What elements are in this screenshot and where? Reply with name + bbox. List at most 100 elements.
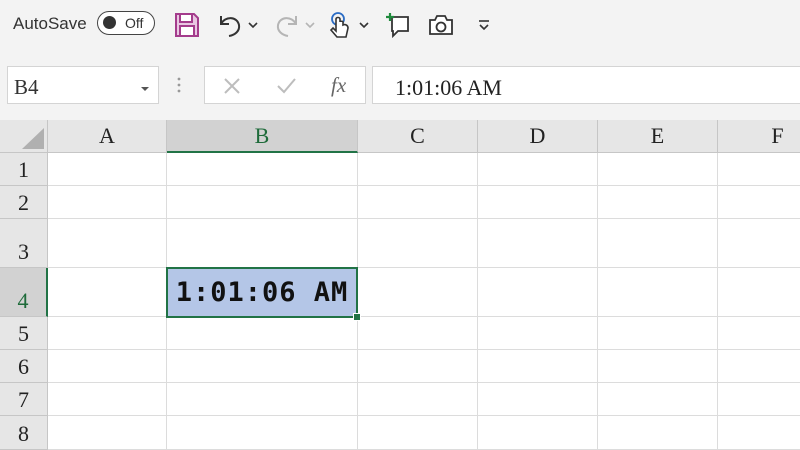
cell-b5[interactable] [167, 317, 358, 350]
cell-f4[interactable] [718, 268, 800, 317]
cell-c2[interactable] [358, 186, 478, 219]
cell-e8[interactable] [598, 416, 718, 450]
touch-mode-button[interactable] [324, 10, 354, 40]
caret-down-icon [141, 87, 149, 91]
cell-a1[interactable] [48, 153, 167, 186]
cell-e2[interactable] [598, 186, 718, 219]
cell-b8[interactable] [167, 416, 358, 450]
name-box-value: B4 [14, 75, 39, 99]
touch-mode-dropdown[interactable] [357, 10, 371, 40]
cell-c1[interactable] [358, 153, 478, 186]
row-header-4[interactable]: 4 [0, 268, 48, 317]
cell-e6[interactable] [598, 350, 718, 383]
cell-c8[interactable] [358, 416, 478, 450]
undo-dropdown[interactable] [246, 10, 260, 40]
camera-button[interactable] [425, 10, 457, 40]
chevron-down-icon [305, 22, 315, 29]
column-header-f[interactable]: F [718, 120, 800, 153]
cell-d6[interactable] [478, 350, 598, 383]
cell-b2[interactable] [167, 186, 358, 219]
cell-a5[interactable] [48, 317, 167, 350]
row-header-6[interactable]: 6 [0, 350, 48, 383]
cell-b4-value: 1:01:06 AM [175, 277, 349, 308]
cell-d4[interactable] [478, 268, 598, 317]
active-cell-b4[interactable]: 1:01:06 AM [166, 267, 358, 318]
cell-f2[interactable] [718, 186, 800, 219]
worksheet-grid: A B C D E F 1 2 3 4 5 6 7 8 1:01:06 AM [0, 120, 800, 450]
autosave-state: Off [125, 15, 144, 31]
column-header-b[interactable]: B [167, 120, 358, 153]
redo-dropdown[interactable] [303, 10, 317, 40]
cell-c5[interactable] [358, 317, 478, 350]
customize-toolbar-icon [479, 20, 489, 31]
name-box-dropdown[interactable] [140, 80, 150, 98]
customize-toolbar-button[interactable] [474, 10, 494, 40]
autosave-toggle[interactable]: Off [97, 11, 155, 35]
cell-e4[interactable] [598, 268, 718, 317]
cell-f6[interactable] [718, 350, 800, 383]
formula-input[interactable]: 1:01:06 AM [372, 66, 800, 104]
formula-buttons: fx [204, 66, 366, 104]
cell-a7[interactable] [48, 383, 167, 416]
cell-b3[interactable] [167, 219, 358, 268]
redo-button[interactable] [272, 10, 302, 40]
cell-d2[interactable] [478, 186, 598, 219]
checkmark-icon [277, 78, 296, 94]
cell-f5[interactable] [718, 317, 800, 350]
cell-c6[interactable] [358, 350, 478, 383]
cell-a3[interactable] [48, 219, 167, 268]
column-header-d[interactable]: D [478, 120, 598, 153]
autosave-label: AutoSave [13, 14, 87, 33]
formula-value: 1:01:06 AM [395, 75, 502, 100]
cell-f3[interactable] [718, 219, 800, 268]
row-header-1[interactable]: 1 [0, 153, 48, 186]
cell-f7[interactable] [718, 383, 800, 416]
insert-function-button[interactable]: fx [331, 73, 346, 98]
cell-a8[interactable] [48, 416, 167, 450]
cell-a4[interactable] [48, 268, 167, 317]
cell-b1[interactable] [167, 153, 358, 186]
cell-b7[interactable] [167, 383, 358, 416]
save-button[interactable] [172, 10, 202, 40]
cell-f1[interactable] [718, 153, 800, 186]
cell-d8[interactable] [478, 416, 598, 450]
toggle-knob [103, 16, 116, 29]
cell-d7[interactable] [478, 383, 598, 416]
grip-dots-icon [177, 77, 181, 93]
new-comment-button[interactable] [383, 10, 413, 40]
fill-handle[interactable] [353, 313, 361, 321]
row-header-2[interactable]: 2 [0, 186, 48, 219]
enter-button[interactable] [273, 73, 299, 99]
chevron-down-icon [248, 22, 258, 29]
select-all-button[interactable] [0, 120, 48, 153]
cancel-button[interactable] [219, 73, 245, 99]
cell-e7[interactable] [598, 383, 718, 416]
undo-button[interactable] [215, 10, 245, 40]
cell-d3[interactable] [478, 219, 598, 268]
row-header-5[interactable]: 5 [0, 317, 48, 350]
cell-a2[interactable] [48, 186, 167, 219]
name-box[interactable]: B4 [7, 66, 159, 104]
quick-access-toolbar: AutoSave Off [0, 0, 800, 52]
row-header-7[interactable]: 7 [0, 383, 48, 416]
column-header-c[interactable]: C [358, 120, 478, 153]
camera-icon [429, 15, 453, 35]
cell-d5[interactable] [478, 317, 598, 350]
cell-a6[interactable] [48, 350, 167, 383]
undo-icon [220, 16, 241, 37]
cell-b6[interactable] [167, 350, 358, 383]
cell-e5[interactable] [598, 317, 718, 350]
cell-d1[interactable] [478, 153, 598, 186]
formula-bar-grip[interactable] [176, 76, 182, 99]
cell-c3[interactable] [358, 219, 478, 268]
row-header-8[interactable]: 8 [0, 416, 48, 450]
column-header-a[interactable]: A [48, 120, 167, 153]
cell-f8[interactable] [718, 416, 800, 450]
row-header-3[interactable]: 3 [0, 219, 48, 268]
column-header-e[interactable]: E [598, 120, 718, 153]
cell-e1[interactable] [598, 153, 718, 186]
touch-mode-icon [329, 12, 349, 38]
cell-e3[interactable] [598, 219, 718, 268]
cell-c7[interactable] [358, 383, 478, 416]
cell-c4[interactable] [358, 268, 478, 317]
